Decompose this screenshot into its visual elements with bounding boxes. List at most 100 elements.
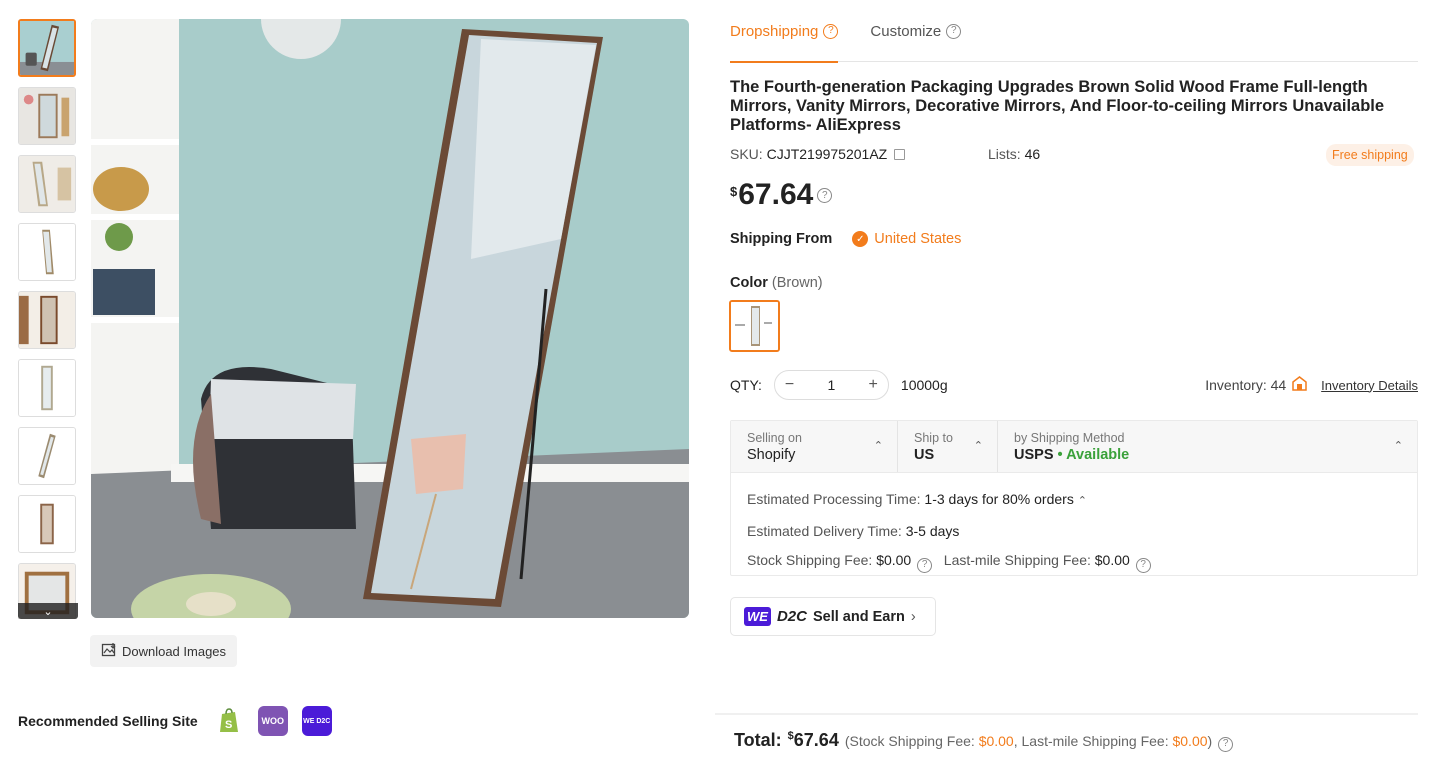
quantity-stepper[interactable]: − 1 + xyxy=(773,370,889,400)
tab-dropshipping[interactable]: Dropshipping? xyxy=(730,0,839,63)
recommended-label: Recommended Selling Site xyxy=(18,713,198,729)
d2c-logo: D2C xyxy=(776,608,807,625)
chevron-up-icon[interactable]: ⌃ xyxy=(1078,495,1087,507)
shipping-method-select[interactable]: by Shipping Method USPS • Available ⌃ xyxy=(997,421,1417,472)
total-lastmile-fee: $0.00 xyxy=(1172,733,1208,749)
sku-label: SKU: xyxy=(730,146,763,162)
tab-label: Customize xyxy=(870,22,942,40)
help-icon[interactable]: ? xyxy=(1218,736,1234,752)
thumbnail-image[interactable] xyxy=(18,495,76,553)
help-icon[interactable]: ? xyxy=(1135,557,1151,573)
thumbnail-image[interactable] xyxy=(18,359,76,417)
thumbnail-image[interactable] xyxy=(18,19,76,77)
processing-value: 1-3 days for 80% orders xyxy=(924,491,1074,507)
image-download-icon xyxy=(101,642,117,661)
help-icon[interactable]: ? xyxy=(917,557,933,573)
price-value: 67.64 xyxy=(738,178,814,211)
delivery-label: Estimated Delivery Time: xyxy=(747,522,902,539)
plus-button[interactable]: + xyxy=(869,376,878,394)
sell-and-earn-label: Sell and Earn xyxy=(812,608,905,625)
color-selected: (Brown) xyxy=(771,275,823,291)
color-swatch-brown[interactable] xyxy=(729,300,780,352)
selling-on-label: Selling on xyxy=(747,430,802,445)
sku-value: CJJT219975201AZ xyxy=(766,146,888,162)
tab-bar: Dropshipping? Customize? xyxy=(730,0,1418,63)
free-shipping-badge: Free shipping xyxy=(1326,144,1414,166)
chevron-up-icon: ⌃ xyxy=(1393,440,1403,452)
total-lastmile-label: , Last-mile Shipping Fee: xyxy=(1013,733,1169,749)
shipping-method-label: by Shipping Method xyxy=(1014,430,1125,445)
help-icon[interactable]: ? xyxy=(817,188,833,203)
download-images-button[interactable]: Download Images xyxy=(90,635,237,667)
sell-and-earn-button[interactable]: WE D2C Sell and Earn › xyxy=(730,597,936,636)
total-label: Total: xyxy=(734,730,782,750)
color-label: Color xyxy=(730,275,768,291)
fees: Stock Shipping Fee: $0.00 ? Last-mile Sh… xyxy=(747,546,1401,576)
divider xyxy=(715,713,1418,715)
qty-label: QTY: xyxy=(730,377,762,393)
lists: Lists: 46 xyxy=(988,146,1040,162)
help-icon[interactable]: ? xyxy=(946,23,962,39)
chevron-up-icon: ⌃ xyxy=(973,440,983,452)
total-fees: (Stock Shipping Fee: $0.00, Last-mile Sh… xyxy=(845,733,1212,749)
shipping-from-value[interactable]: ✓ United States xyxy=(852,231,961,247)
lastmile-fee-label: Last-mile Shipping Fee: xyxy=(943,552,1091,568)
tab-label: Dropshipping xyxy=(730,22,819,40)
shipping-method-value: USPS xyxy=(1014,446,1054,463)
total-value: $67.64 xyxy=(788,730,839,751)
total-stock-label: (Stock Shipping Fee: xyxy=(844,733,975,749)
thumbnail-image[interactable] xyxy=(18,223,76,281)
svg-text:S: S xyxy=(225,719,232,731)
wed2c-icon-label: WE D2C xyxy=(303,717,331,725)
ship-to-select[interactable]: Ship to US ⌃ xyxy=(897,421,997,472)
thumbnail-image[interactable] xyxy=(18,291,76,349)
weight: 10000g xyxy=(900,377,948,393)
wed2c-icon[interactable]: WE D2C xyxy=(301,706,332,736)
total-bar: Total: $67.64 (Stock Shipping Fee: $0.00… xyxy=(734,730,1234,752)
thumbnail-image[interactable] xyxy=(18,87,76,145)
check-icon: ✓ xyxy=(852,231,869,247)
lists-value: 46 xyxy=(1024,146,1041,162)
inventory-count: Inventory: 44 xyxy=(1205,377,1287,393)
quantity-input[interactable]: 1 xyxy=(828,377,836,393)
color-selector: Color (Brown) xyxy=(730,275,823,291)
stock-fee-value: $0.00 xyxy=(876,552,912,568)
delivery-time: Estimated Delivery Time: 3-5 days xyxy=(747,517,1401,547)
thumbnail-image[interactable] xyxy=(18,155,76,213)
total-stock-fee: $0.00 xyxy=(978,733,1014,749)
inventory: Inventory: 44 Inventory Details xyxy=(1205,376,1418,394)
shopify-icon[interactable]: S xyxy=(213,706,244,736)
selling-on-select[interactable]: Selling on Shopify ⌃ xyxy=(731,421,897,472)
scroll-down-button[interactable]: ⌄ xyxy=(18,603,78,619)
ship-to-label: Ship to xyxy=(914,430,953,445)
thumbnail-image[interactable] xyxy=(18,427,76,485)
price: $67.64? xyxy=(730,178,833,212)
warehouse-icon xyxy=(1292,376,1307,394)
selling-on-value: Shopify xyxy=(747,446,796,463)
product-title: The Fourth-generation Packaging Upgrades… xyxy=(730,78,1385,134)
country-label: United States xyxy=(874,231,962,247)
total-amount: 67.64 xyxy=(793,730,839,750)
we-logo: WE xyxy=(744,607,771,626)
availability-status: • Available xyxy=(1057,446,1130,463)
woocommerce-icon[interactable]: WOO xyxy=(257,706,288,736)
delivery-value: 3-5 days xyxy=(905,522,960,539)
minus-button[interactable]: − xyxy=(785,376,794,394)
shipping-from-label: Shipping From xyxy=(730,231,833,247)
main-product-image xyxy=(91,19,689,618)
sku: SKU: CJJT219975201AZ xyxy=(730,146,906,162)
woo-icon-label: WOO xyxy=(261,716,284,726)
help-icon[interactable]: ? xyxy=(823,23,839,39)
inventory-details-link[interactable]: Inventory Details xyxy=(1321,378,1418,393)
shipping-panel: Selling on Shopify ⌃ Ship to US ⌃ by Shi… xyxy=(730,420,1418,576)
copy-icon[interactable] xyxy=(894,149,906,160)
shipping-from: Shipping From ✓ United States xyxy=(730,231,961,247)
chevron-right-icon: › xyxy=(910,608,916,625)
chevron-up-icon: ⌃ xyxy=(873,440,883,452)
quantity-row: QTY: − 1 + 10000g Inventory: 44 Inventory… xyxy=(730,370,1418,400)
download-images-label: Download Images xyxy=(121,643,227,659)
processing-label: Estimated Processing Time: xyxy=(747,491,921,507)
chevron-down-icon: ⌄ xyxy=(43,605,53,618)
thumbnail-strip xyxy=(18,19,78,619)
tab-customize[interactable]: Customize? xyxy=(870,0,962,62)
